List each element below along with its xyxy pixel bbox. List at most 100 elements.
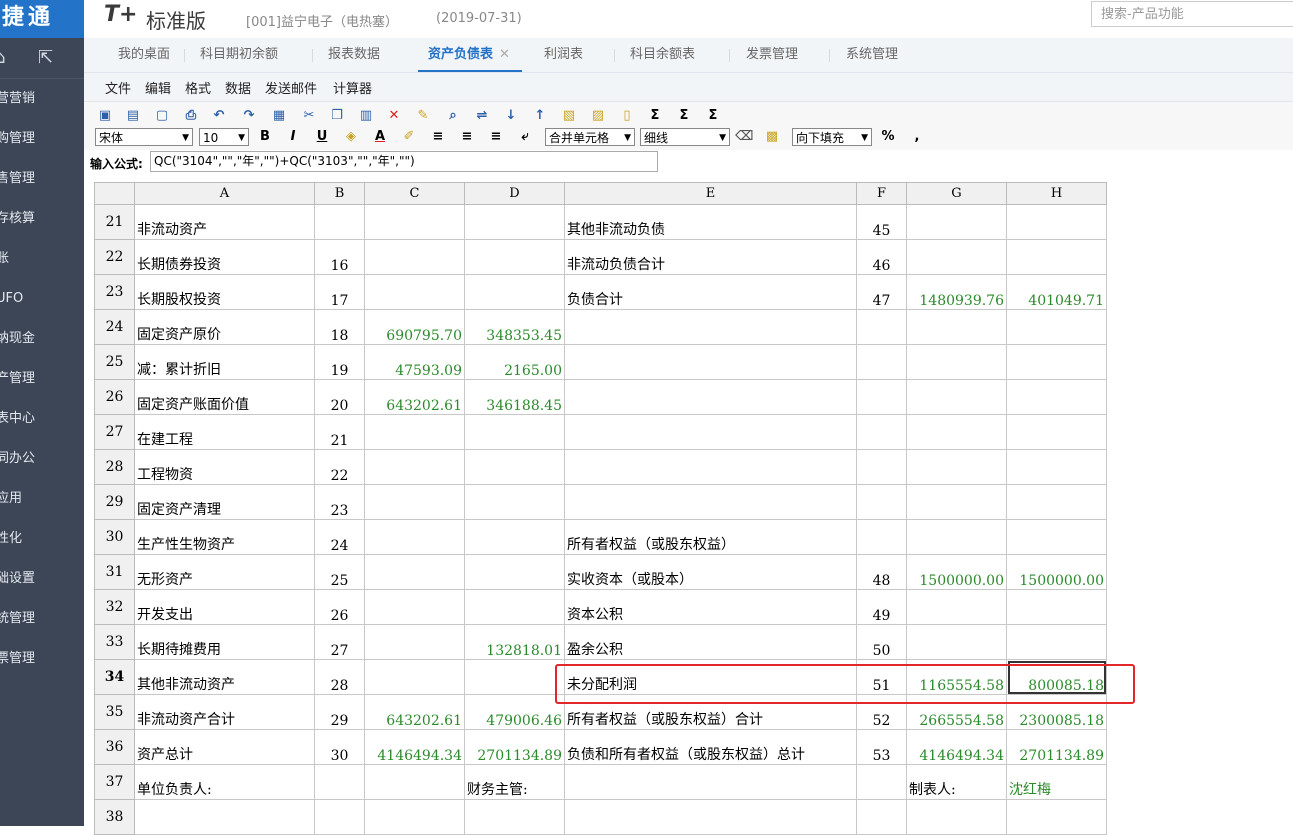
cell-d[interactable]: 2165.00 xyxy=(464,344,565,380)
print-icon[interactable]: ⎙ xyxy=(183,108,199,124)
cell-b[interactable]: 22 xyxy=(314,449,365,485)
replace-icon[interactable]: ⇌ xyxy=(474,108,490,124)
cell-a[interactable] xyxy=(134,799,315,835)
cell-b[interactable]: 19 xyxy=(314,344,365,380)
cell-c[interactable] xyxy=(364,449,465,485)
cell-c[interactable] xyxy=(364,589,465,625)
cell-a[interactable]: 固定资产清理 xyxy=(134,484,315,520)
tab-invoice[interactable]: 发票管理 xyxy=(746,38,798,70)
font-name-select[interactable]: 宋体 ▼ xyxy=(95,128,193,146)
cell-h[interactable]: 800085.18 xyxy=(1006,659,1107,695)
cell-f[interactable] xyxy=(856,449,907,485)
copy-icon[interactable]: ❐ xyxy=(329,108,345,124)
cell-c[interactable] xyxy=(364,274,465,310)
cell-g[interactable] xyxy=(906,484,1007,520)
search-input[interactable]: 搜索-产品功能 xyxy=(1091,1,1293,27)
menu-send-mail[interactable]: 发送邮件 xyxy=(265,78,317,97)
cell-f[interactable]: 52 xyxy=(856,694,907,730)
tab-opening-balance[interactable]: 科目期初余额 xyxy=(200,38,278,70)
cell-e[interactable]: 非流动负债合计 xyxy=(564,239,857,275)
cell-f[interactable]: 51 xyxy=(856,659,907,695)
cell-e[interactable] xyxy=(564,799,857,835)
percent-button[interactable]: % xyxy=(880,129,896,145)
cell-d[interactable]: 2701134.89 xyxy=(464,729,565,765)
border-style-select[interactable]: 细线 ▼ xyxy=(640,128,730,146)
document-icon[interactable]: ▯ xyxy=(619,108,635,124)
cell-g[interactable] xyxy=(906,379,1007,415)
menu-data[interactable]: 数据 xyxy=(225,78,251,97)
cell-h[interactable] xyxy=(1006,204,1107,240)
save-icon[interactable]: ▣ xyxy=(97,108,113,124)
cell-g[interactable] xyxy=(906,204,1007,240)
cell-b[interactable]: 20 xyxy=(314,379,365,415)
row-header[interactable]: 32 xyxy=(94,589,135,625)
cell-c[interactable] xyxy=(364,204,465,240)
paste-icon[interactable]: ▥ xyxy=(358,108,374,124)
sidebar-item[interactable]: 营营销 xyxy=(0,79,84,119)
cell-f[interactable] xyxy=(856,379,907,415)
column-header-g[interactable]: G xyxy=(906,182,1007,205)
cell-h[interactable]: 401049.71 xyxy=(1006,274,1107,310)
cell-d[interactable] xyxy=(464,589,565,625)
cell-b[interactable]: 24 xyxy=(314,519,365,555)
sum-icon[interactable]: Σ xyxy=(647,108,663,124)
cell-f[interactable]: 47 xyxy=(856,274,907,310)
cell-e[interactable] xyxy=(564,379,857,415)
align-right-icon[interactable]: ≡ xyxy=(488,129,504,145)
wrap-icon[interactable]: ⤶ xyxy=(517,129,533,145)
sidebar-item[interactable]: 同办公 xyxy=(0,439,84,479)
cell-g[interactable]: 1480939.76 xyxy=(906,274,1007,310)
cell-f[interactable] xyxy=(856,764,907,800)
sidebar-item[interactable]: 票管理 xyxy=(0,639,84,679)
cell-b[interactable] xyxy=(314,799,365,835)
sidebar-item[interactable]: 础设置 xyxy=(0,559,84,599)
cell-c[interactable] xyxy=(364,624,465,660)
undo-icon[interactable]: ↶ xyxy=(211,108,227,124)
cell-a[interactable]: 工程物资 xyxy=(134,449,315,485)
cell-e[interactable] xyxy=(564,414,857,450)
cell-f[interactable]: 53 xyxy=(856,729,907,765)
cell-c[interactable] xyxy=(364,799,465,835)
cell-f[interactable] xyxy=(856,344,907,380)
column-header-c[interactable]: C xyxy=(364,182,465,205)
cell-d[interactable] xyxy=(464,449,565,485)
cell-d[interactable]: 346188.45 xyxy=(464,379,565,415)
row-header[interactable]: 34 xyxy=(94,659,135,695)
cell-f[interactable]: 48 xyxy=(856,554,907,590)
cell-h[interactable] xyxy=(1006,589,1107,625)
cell-c[interactable] xyxy=(364,414,465,450)
sidebar-item[interactable]: 购管理 xyxy=(0,119,84,159)
cell-a[interactable]: 非流动资产合计 xyxy=(134,694,315,730)
menu-format[interactable]: 格式 xyxy=(185,78,211,97)
eraser-icon[interactable]: ⌫ xyxy=(735,129,753,145)
row-header[interactable]: 24 xyxy=(94,309,135,345)
sort-asc-icon[interactable]: ↓ xyxy=(503,108,519,124)
cell-c[interactable] xyxy=(364,519,465,555)
row-header[interactable]: 27 xyxy=(94,414,135,450)
find-icon[interactable]: ⌕ xyxy=(445,108,461,124)
cell-g[interactable] xyxy=(906,449,1007,485)
cell-h[interactable]: 2701134.89 xyxy=(1006,729,1107,765)
cell-a[interactable]: 长期待摊费用 xyxy=(134,624,315,660)
row-header[interactable]: 23 xyxy=(94,274,135,310)
cell-a[interactable]: 单位负责人: xyxy=(134,764,315,800)
tab-income-statement[interactable]: 利润表 xyxy=(544,38,583,70)
close-icon[interactable]: ✕ xyxy=(499,47,510,62)
cell-h[interactable] xyxy=(1006,309,1107,345)
cell-a[interactable]: 其他非流动资产 xyxy=(134,659,315,695)
cell-b[interactable]: 16 xyxy=(314,239,365,275)
sum-col-icon[interactable]: Σ xyxy=(705,108,721,124)
cell-d[interactable]: 财务主管: xyxy=(464,764,565,800)
cell-g[interactable]: 2665554.58 xyxy=(906,694,1007,730)
cell-f[interactable]: 50 xyxy=(856,624,907,660)
grid-icon[interactable]: ▦ xyxy=(271,108,287,124)
cell-h[interactable] xyxy=(1006,449,1107,485)
cell-c[interactable] xyxy=(364,659,465,695)
column-header-f[interactable]: F xyxy=(856,182,907,205)
save-as-icon[interactable]: ▤ xyxy=(125,108,141,124)
cell-b[interactable]: 23 xyxy=(314,484,365,520)
tab-account-balance[interactable]: 科目余额表 xyxy=(630,38,695,70)
align-left-icon[interactable]: ≡ xyxy=(430,129,446,145)
cell-h[interactable] xyxy=(1006,519,1107,555)
cell-e[interactable]: 负债合计 xyxy=(564,274,857,310)
